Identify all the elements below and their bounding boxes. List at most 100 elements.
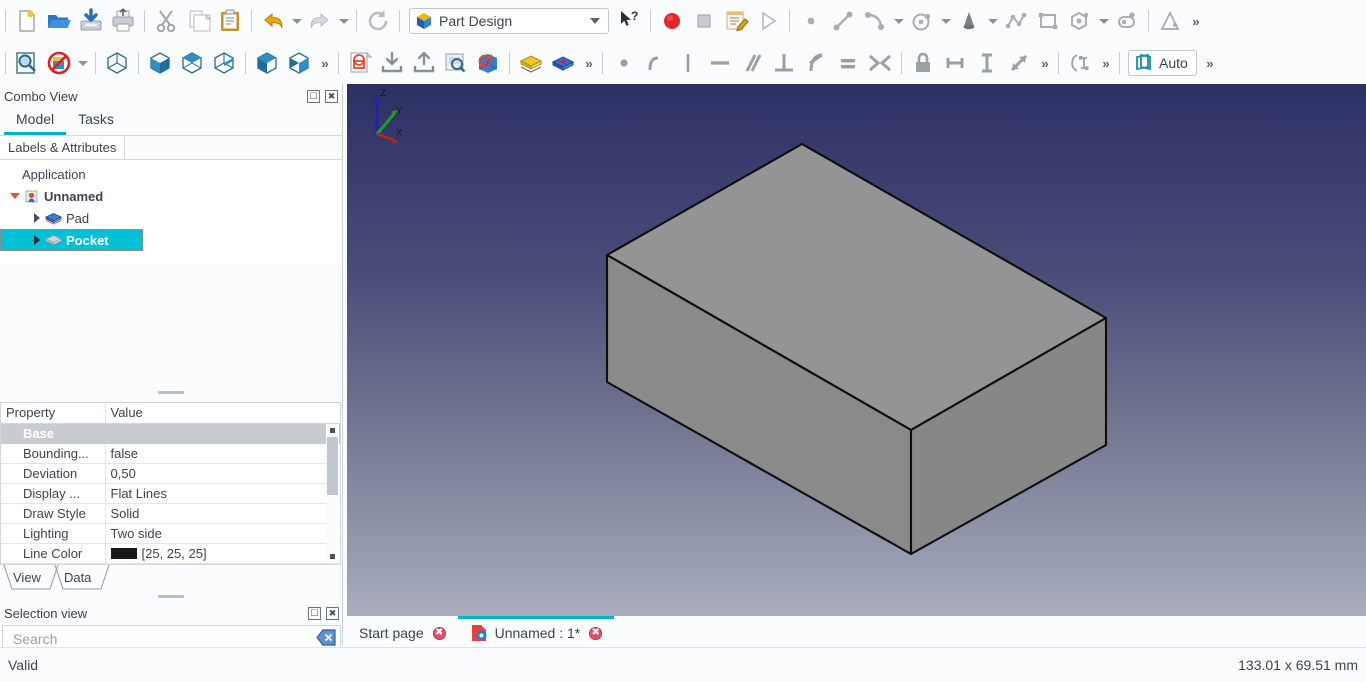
create-rectangle-icon[interactable]: [1032, 3, 1064, 39]
front-view-icon[interactable]: [144, 45, 176, 81]
create-circle-icon[interactable]: [906, 3, 938, 39]
pad-icon[interactable]: [515, 45, 547, 81]
save-document-icon[interactable]: [75, 3, 107, 39]
stop-macro-icon[interactable]: [688, 3, 720, 39]
chevron-down-icon[interactable]: [586, 18, 604, 24]
property-editor[interactable]: Property Value Base Bounding... false De…: [0, 402, 341, 565]
refresh-icon[interactable]: [362, 3, 394, 39]
clear-search-icon[interactable]: [316, 629, 336, 649]
partdesign-toolbar-overflow-button[interactable]: »: [579, 45, 597, 81]
whats-this-icon[interactable]: ?: [613, 3, 645, 39]
undo-dropdown-arrow[interactable]: [289, 3, 304, 39]
circle-dropdown-arrow[interactable]: [938, 3, 953, 39]
sketcher-tools-overflow-button[interactable]: »: [1096, 45, 1114, 81]
rear-view-icon[interactable]: [251, 45, 283, 81]
constrain-parallel-icon[interactable]: [736, 45, 768, 81]
tab-model[interactable]: Model: [4, 108, 66, 135]
toolbar-overflow-button[interactable]: »: [1186, 3, 1204, 39]
property-row-line-color[interactable]: Line Color [25, 25, 25]: [1, 543, 340, 563]
constrain-coincident-icon[interactable]: [608, 45, 640, 81]
bottom-view-icon[interactable]: [283, 45, 315, 81]
property-row-display-mode[interactable]: Display ... Flat Lines: [1, 483, 340, 503]
tree-item-pocket[interactable]: Pocket: [0, 229, 143, 251]
create-arc-icon[interactable]: [859, 3, 891, 39]
view-toolbar-overflow-button[interactable]: »: [315, 45, 333, 81]
constrain-tangent-icon[interactable]: [800, 45, 832, 81]
fit-all-icon[interactable]: [11, 45, 43, 81]
property-value[interactable]: [25, 25, 25]: [105, 543, 340, 563]
float-icon[interactable]: ☐: [307, 90, 320, 103]
open-document-icon[interactable]: [43, 3, 75, 39]
workbench-selector[interactable]: Part Design: [409, 8, 609, 34]
scrollbar-thumb[interactable]: [327, 437, 338, 495]
constrain-equal-icon[interactable]: [832, 45, 864, 81]
edit-macro-icon[interactable]: [720, 3, 752, 39]
close-icon[interactable]: ✖: [433, 627, 446, 640]
close-icon[interactable]: ✖: [326, 607, 339, 620]
property-row-lighting[interactable]: Lighting Two side: [1, 523, 340, 543]
isometric-view-icon[interactable]: [101, 45, 133, 81]
create-polygon-icon[interactable]: [1064, 3, 1096, 39]
constrain-block-icon[interactable]: [907, 45, 939, 81]
undo-icon[interactable]: [257, 3, 289, 39]
model-tree[interactable]: Application Unnamed Pad: [0, 160, 342, 265]
redo-icon[interactable]: [304, 3, 336, 39]
draw-style-dropdown-arrow[interactable]: [75, 45, 90, 81]
property-scrollbar[interactable]: [326, 424, 339, 563]
chevron-down-icon[interactable]: [8, 193, 22, 199]
property-value[interactable]: Two side: [105, 523, 340, 543]
mdi-tab-unnamed[interactable]: Unnamed : 1* ✖: [458, 616, 615, 647]
constrain-auto-icon[interactable]: [1064, 45, 1096, 81]
constraint-toolbar-overflow-button[interactable]: »: [1035, 45, 1053, 81]
float-icon[interactable]: ☐: [308, 607, 321, 620]
property-row-bounding-box[interactable]: Bounding... false: [1, 443, 340, 463]
pocket-icon[interactable]: [547, 45, 579, 81]
toggle-construction-icon[interactable]: [1154, 3, 1186, 39]
constrain-horizontal-icon[interactable]: [704, 45, 736, 81]
paste-icon[interactable]: [214, 3, 246, 39]
property-value[interactable]: Solid: [105, 503, 340, 523]
top-view-icon[interactable]: [176, 45, 208, 81]
property-value[interactable]: Flat Lines: [105, 483, 340, 503]
tree-item-unnamed[interactable]: Unnamed: [0, 185, 342, 207]
property-value[interactable]: 0,50: [105, 463, 340, 483]
redo-dropdown-arrow[interactable]: [336, 3, 351, 39]
scrollbar-track[interactable]: [326, 437, 339, 550]
close-icon[interactable]: ✖: [589, 627, 602, 640]
cut-icon[interactable]: [150, 3, 182, 39]
draw-style-no-shading-icon[interactable]: [43, 45, 75, 81]
mdi-tab-start-page[interactable]: Start page ✖: [347, 616, 458, 647]
constrain-distance-horizontal-icon[interactable]: [939, 45, 971, 81]
tab-data[interactable]: Data: [53, 565, 97, 589]
auto-toolbar-overflow-button[interactable]: »: [1200, 45, 1218, 81]
validate-sketch-icon[interactable]: [440, 45, 472, 81]
create-point-icon[interactable]: [795, 3, 827, 39]
print-icon[interactable]: [107, 3, 139, 39]
create-sketch-icon[interactable]: [344, 45, 376, 81]
polygon-dropdown-arrow[interactable]: [1096, 3, 1111, 39]
create-conic-icon[interactable]: [953, 3, 985, 39]
detach-sketch-icon[interactable]: [408, 45, 440, 81]
tab-tasks[interactable]: Tasks: [66, 108, 126, 135]
property-row-deviation[interactable]: Deviation 0,50: [1, 463, 340, 483]
constrain-symmetric-icon[interactable]: [864, 45, 896, 81]
close-icon[interactable]: ✖: [325, 90, 338, 103]
execute-macro-icon[interactable]: [752, 3, 784, 39]
constrain-distance-vertical-icon[interactable]: [971, 45, 1003, 81]
arc-dropdown-arrow[interactable]: [891, 3, 906, 39]
tree-item-application[interactable]: Application: [0, 163, 342, 185]
copy-icon[interactable]: [182, 3, 214, 39]
auto-constraint-button[interactable]: Auto: [1128, 50, 1197, 76]
splitter-tree-properties[interactable]: [0, 387, 341, 397]
constrain-distance-icon[interactable]: [1003, 45, 1035, 81]
attach-sketch-icon[interactable]: [376, 45, 408, 81]
property-group-base[interactable]: Base: [1, 423, 340, 443]
create-bspline-icon[interactable]: [1000, 3, 1032, 39]
splitter-properties-selection[interactable]: [0, 591, 341, 601]
create-slot-icon[interactable]: [1111, 3, 1143, 39]
new-document-icon[interactable]: [11, 3, 43, 39]
record-macro-icon[interactable]: [656, 3, 688, 39]
tree-item-pad[interactable]: Pad: [0, 207, 342, 229]
property-row-draw-style[interactable]: Draw Style Solid: [1, 503, 340, 523]
chevron-right-icon[interactable]: [30, 213, 44, 223]
